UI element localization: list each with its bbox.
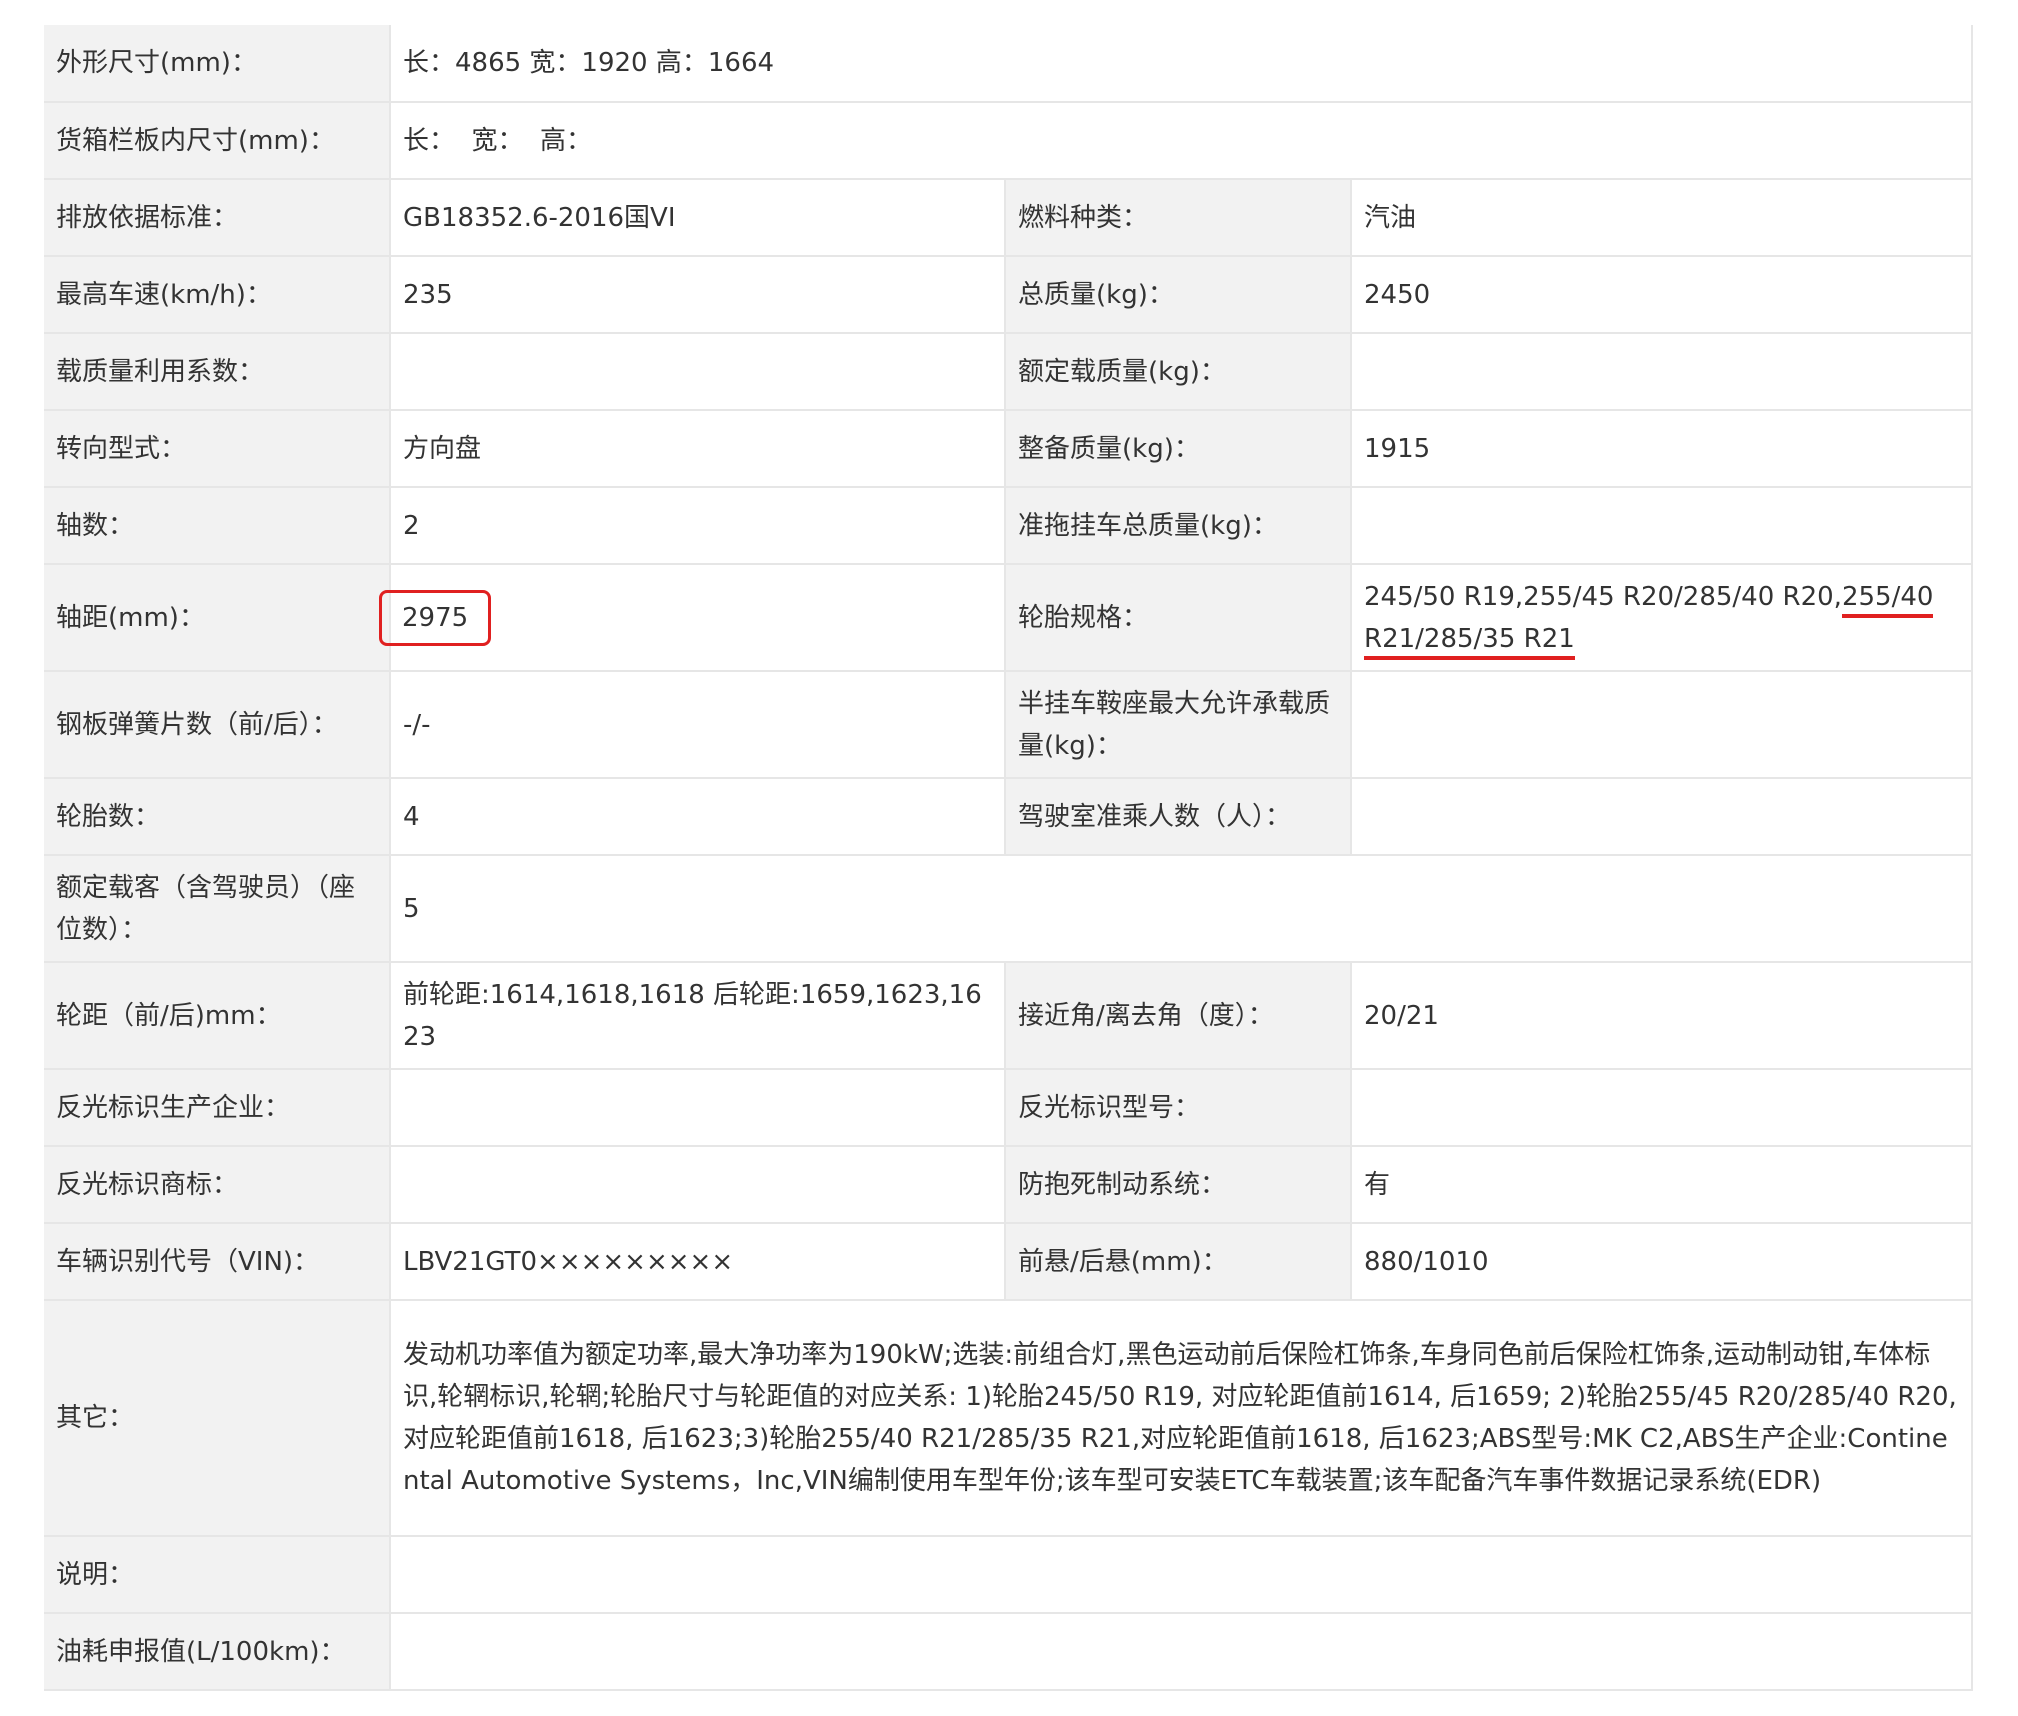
value-trailer-mass — [1349, 487, 1974, 565]
tire-spec-text: 245/50 R19,255/45 R20/285/40 R20, — [1364, 581, 1842, 612]
value-seating: 5 — [388, 855, 1974, 963]
value-cargo-box: 长： 宽： 高： — [388, 102, 1974, 180]
label-tire-count: 轮胎数： — [44, 778, 390, 856]
value-curb-mass: 1915 — [1349, 410, 1974, 488]
row-reflector-maker: 反光标识生产企业： 反光标识型号： — [44, 1069, 1974, 1147]
label-dimensions: 外形尺寸(mm)： — [44, 25, 390, 103]
row-tire-count: 轮胎数： 4 驾驶室准乘人数（人）： — [44, 778, 1974, 856]
value-abs: 有 — [1349, 1146, 1974, 1224]
label-approach-departure: 接近角/离去角（度）： — [1005, 962, 1351, 1070]
label-overhang: 前悬/后悬(mm)： — [1005, 1223, 1351, 1301]
label-emission: 排放依据标准： — [44, 179, 390, 257]
row-wheelbase: 轴距(mm)： 2975 轮胎规格： 245/50 R19,255/45 R20… — [44, 564, 1974, 672]
label-load-factor: 载质量利用系数： — [44, 333, 390, 411]
label-fifth-wheel-load: 半挂车鞍座最大允许承载质量(kg)： — [1005, 671, 1351, 779]
value-reflector-maker — [389, 1069, 1006, 1147]
value-approach-departure: 20/21 — [1349, 962, 1974, 1070]
label-fuel-type: 燃料种类： — [1005, 179, 1351, 257]
label-wheelbase: 轴距(mm)： — [44, 564, 390, 672]
row-steering: 转向型式： 方向盘 整备质量(kg)： 1915 — [44, 410, 1974, 488]
row-seating: 额定载客（含驾驶员）（座位数）： 5 — [44, 855, 1974, 963]
label-reflector-model: 反光标识型号： — [1005, 1069, 1351, 1147]
row-fuel-consumption: 油耗申报值(L/100km)： — [44, 1613, 1974, 1691]
label-notes: 说明： — [44, 1536, 390, 1614]
row-axles: 轴数： 2 准拖挂车总质量(kg)： — [44, 487, 1974, 565]
value-max-speed: 235 — [389, 256, 1006, 334]
value-wheelbase-cell: 2975 — [379, 564, 1006, 672]
value-dimensions: 长：4865 宽：1920 高：1664 — [388, 25, 1974, 103]
value-total-mass: 2450 — [1349, 256, 1974, 334]
label-trailer-mass: 准拖挂车总质量(kg)： — [1005, 487, 1351, 565]
label-steering: 转向型式： — [44, 410, 390, 488]
value-track: 前轮距:1614,1618,1618 后轮距:1659,1623,1623 — [389, 962, 1006, 1070]
label-seating: 额定载客（含驾驶员）（座位数）： — [44, 855, 390, 963]
vehicle-spec-table: 外形尺寸(mm)： 长：4865 宽：1920 高：1664 货箱栏板内尺寸(m… — [44, 25, 1974, 1691]
row-max-speed: 最高车速(km/h)： 235 总质量(kg)： 2450 — [44, 256, 1974, 334]
value-tire-count: 4 — [389, 778, 1006, 856]
label-abs: 防抱死制动系统： — [1005, 1146, 1351, 1224]
value-other: 发动机功率值为额定功率,最大净功率为190kW;选装:前组合灯,黑色运动前后保险… — [388, 1300, 1974, 1537]
row-track: 轮距（前/后)mm： 前轮距:1614,1618,1618 后轮距:1659,1… — [44, 962, 1974, 1070]
value-steering: 方向盘 — [389, 410, 1006, 488]
label-total-mass: 总质量(kg)： — [1005, 256, 1351, 334]
label-max-speed: 最高车速(km/h)： — [44, 256, 390, 334]
wheelbase-highlight-box: 2975 — [379, 589, 492, 646]
label-other: 其它： — [44, 1300, 390, 1537]
value-leaf-springs: -/- — [389, 671, 1006, 779]
row-vin: 车辆识别代号（VIN)： LBV21GT0××××××××× 前悬/后悬(mm)… — [44, 1223, 1974, 1301]
label-leaf-springs: 钢板弹簧片数（前/后）： — [44, 671, 390, 779]
value-axles: 2 — [389, 487, 1006, 565]
value-reflector-brand — [389, 1146, 1006, 1224]
value-vin: LBV21GT0××××××××× — [389, 1223, 1006, 1301]
label-reflector-brand: 反光标识商标： — [44, 1146, 390, 1224]
row-notes: 说明： — [44, 1536, 1974, 1614]
row-dimensions: 外形尺寸(mm)： 长：4865 宽：1920 高：1664 — [44, 25, 1974, 103]
value-rated-load — [1349, 333, 1974, 411]
label-reflector-maker: 反光标识生产企业： — [44, 1069, 390, 1147]
label-cargo-box: 货箱栏板内尺寸(mm)： — [44, 102, 390, 180]
label-fuel-consumption: 油耗申报值(L/100km)： — [44, 1613, 390, 1691]
row-other: 其它： 发动机功率值为额定功率,最大净功率为190kW;选装:前组合灯,黑色运动… — [44, 1300, 1974, 1537]
value-emission: GB18352.6-2016国VI — [389, 179, 1006, 257]
row-leaf-springs: 钢板弹簧片数（前/后）： -/- 半挂车鞍座最大允许承载质量(kg)： — [44, 671, 1974, 779]
value-load-factor — [389, 333, 1006, 411]
label-tire-spec: 轮胎规格： — [1005, 564, 1351, 672]
value-fifth-wheel-load — [1349, 671, 1974, 779]
row-load-factor: 载质量利用系数： 额定载质量(kg)： — [44, 333, 1974, 411]
label-vin: 车辆识别代号（VIN)： — [44, 1223, 390, 1301]
value-tire-spec: 245/50 R19,255/45 R20/285/40 R20,255/40 … — [1349, 564, 1974, 672]
label-curb-mass: 整备质量(kg)： — [1005, 410, 1351, 488]
label-rated-load: 额定载质量(kg)： — [1005, 333, 1351, 411]
row-emission: 排放依据标准： GB18352.6-2016国VI 燃料种类： 汽油 — [44, 179, 1974, 257]
value-overhang: 880/1010 — [1349, 1223, 1974, 1301]
row-cargo-box: 货箱栏板内尺寸(mm)： 长： 宽： 高： — [44, 102, 1974, 180]
value-notes — [388, 1536, 1974, 1614]
label-axles: 轴数： — [44, 487, 390, 565]
value-reflector-model — [1349, 1069, 1974, 1147]
row-reflector-brand: 反光标识商标： 防抱死制动系统： 有 — [44, 1146, 1974, 1224]
value-fuel-type: 汽油 — [1349, 179, 1974, 257]
label-track: 轮距（前/后)mm： — [44, 962, 390, 1070]
value-cab-occupants — [1349, 778, 1974, 856]
label-cab-occupants: 驾驶室准乘人数（人）： — [1005, 778, 1351, 856]
value-fuel-consumption — [388, 1613, 1974, 1691]
